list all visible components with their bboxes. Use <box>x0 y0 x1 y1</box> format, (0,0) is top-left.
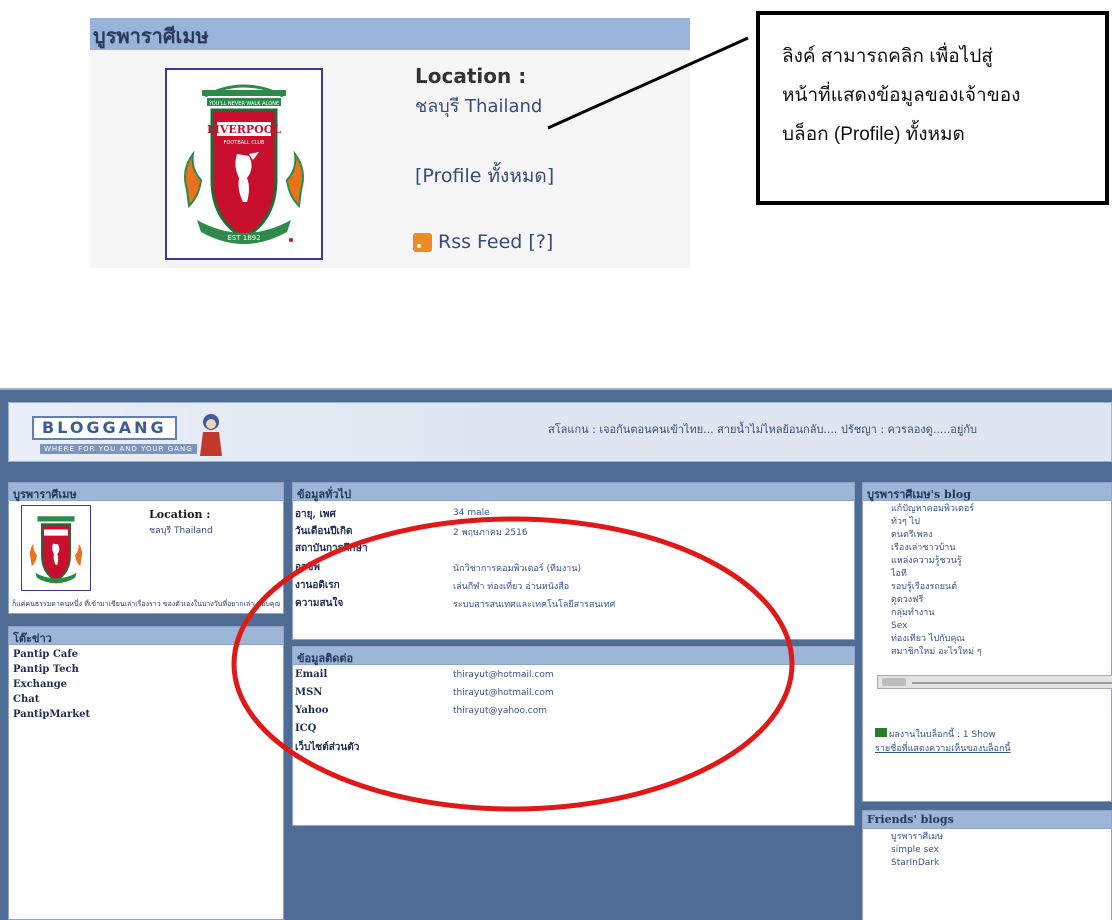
sidebar-profile-box: บูรพาราศีเมษ Location : ชลบุรี Thailand … <box>8 482 284 614</box>
svg-text:EST 1892: EST 1892 <box>227 234 260 242</box>
sidebar-location-value: ชลบุรี Thailand <box>149 526 213 536</box>
contact-label-yahoo: Yahoo <box>295 705 329 716</box>
svg-text:YOU'LL NEVER WALK ALONE: YOU'LL NEVER WALK ALONE <box>208 101 279 107</box>
profile-preview-panel: บูรพาราศีเมษ YOU'LL NEVER WALK ALONE LIV… <box>90 18 690 268</box>
sidebar-links-box: โต๊ะข่าว Pantip Cafe Pantip Tech Exchang… <box>8 626 284 920</box>
rss-feed-label: Rss Feed [?] <box>438 231 554 253</box>
info-label-interest: ความสนใจ <box>295 598 344 609</box>
contact-value-msn[interactable]: thirayut@hotmail.com <box>453 688 554 698</box>
full-profile-link[interactable]: [Profile ทั้งหมด] <box>415 161 554 191</box>
bloggang-screenshot: BLOGGANG WHERE FOR YOU AND YOUR GANG สโล… <box>0 388 1112 920</box>
friends-blogs-header: Friends' blogs <box>863 811 1111 829</box>
sidebar-links-header: โต๊ะข่าว <box>9 627 283 645</box>
info-value-occupation: นักวิชาการคอมพิวเตอร์ (ทีมงาน) <box>453 564 582 574</box>
sidebar-link-pantipmarket[interactable]: PantipMarket <box>13 707 279 722</box>
blog-category-item[interactable]: ท่องเที่ยว ไปกับคุณ <box>891 633 1111 646</box>
contact-info-header: ข้อมูลติดต่อ <box>293 647 854 665</box>
svg-text:FOOTBALL CLUB: FOOTBALL CLUB <box>224 140 266 146</box>
contact-label-website: เว็บไซต์ส่วนตัว <box>295 742 360 753</box>
liverpool-crest-avatar: YOU'LL NEVER WALK ALONE LIVERPOOL FOOTBA… <box>165 68 323 260</box>
blog-categories-box: บูรพาราศีเมษ's blog แก้ปัญหาคอมพิวเตอร์ … <box>862 482 1112 802</box>
callout-line-2: หน้าที่แสดงข้อมูลของเจ้าของ <box>782 85 1021 106</box>
info-label-education: สถาบันการศึกษา <box>295 543 368 554</box>
info-label-hobby: งานอดิเรก <box>295 580 340 591</box>
blog-category-item[interactable]: รอบรู้เรื่องรถยนต์ <box>891 581 1111 594</box>
info-value-hobby: เล่นกีฬา ท่องเที่ยว อ่านหนังสือ <box>453 582 570 592</box>
blog-categories-header: บูรพาราศีเมษ's blog <box>863 483 1111 501</box>
contact-label-email: Email <box>295 669 328 680</box>
sidebar-link-chat[interactable]: Chat <box>13 692 279 707</box>
info-label-age-sex: อายุ, เพศ <box>295 509 336 520</box>
svg-text:LIVERPOOL: LIVERPOOL <box>207 123 281 136</box>
location-label: Location : <box>415 64 527 88</box>
info-value-birthday: 2 พฤษภาคม 2516 <box>453 528 528 538</box>
general-info-header: ข้อมูลทั่วไป <box>293 483 854 501</box>
general-info-box: ข้อมูลทั่วไป อายุ, เพศ 34 male วันเดือนป… <box>292 482 855 640</box>
liverpool-crest-avatar-small <box>21 505 91 591</box>
blog-comments-link[interactable]: รายชื่อที่แสดงความเห็นของบล็อกนี้ <box>875 741 1011 755</box>
blog-count-link[interactable]: ผลงานในบล็อกนี้ : 1 Show <box>889 727 996 741</box>
friend-blog-item[interactable]: simple sex <box>891 844 1111 857</box>
blog-category-item[interactable]: ไอที <box>891 568 1111 581</box>
friends-blogs-list: บูรพาราศีเมษ simple sex StarInDark <box>863 829 1111 870</box>
contact-value-yahoo[interactable]: thirayut@yahoo.com <box>453 706 547 716</box>
rss-icon <box>413 232 432 252</box>
sidebar-link-exchange[interactable]: Exchange <box>13 677 279 692</box>
blog-category-item[interactable]: ดนตรีเพลง <box>891 529 1111 542</box>
blog-category-item[interactable]: ทั่วๆ ไป <box>891 516 1111 529</box>
contact-label-msn: MSN <box>295 687 323 698</box>
callout-line-3: บล็อก (Profile) ทั้งหมด <box>782 124 965 145</box>
slogan-marquee: สโลแกน : เจอกันตอนคนเข้าไทย... สายน้ำไม่… <box>548 423 978 436</box>
contact-info-box: ข้อมูลติดต่อ Email thirayut@hotmail.com … <box>292 646 855 826</box>
contact-label-icq: ICQ <box>295 723 317 734</box>
sidebar-profile-description: ก็แค่คนธรรมดาคนหนึ่ง ที่เข้ามาเขียนเล่าเ… <box>12 600 280 608</box>
blog-category-item[interactable]: แก้ปัญหาคอมพิวเตอร์ <box>891 503 1111 516</box>
book-icon <box>875 728 887 737</box>
info-label-birthday: วันเดือนปีเกิด <box>295 526 353 537</box>
contact-value-email[interactable]: thirayut@hotmail.com <box>453 670 554 680</box>
play-button[interactable] <box>882 678 906 686</box>
sidebar-link-pantip-cafe[interactable]: Pantip Cafe <box>13 647 279 662</box>
info-label-occupation: อาชีพ <box>295 562 320 573</box>
blog-categories-list: แก้ปัญหาคอมพิวเตอร์ ทั่วๆ ไป ดนตรีเพลง เ… <box>863 501 1111 659</box>
bloggang-logo[interactable]: BLOGGANG <box>32 416 177 440</box>
blog-category-item[interactable]: Sex <box>891 620 1111 633</box>
blog-category-item[interactable]: สมาชิกใหม่ อะไรใหม่ ๆ <box>891 646 1111 659</box>
player-seek-track[interactable] <box>912 682 1112 684</box>
media-player[interactable] <box>877 675 1112 689</box>
sidebar-location-label: Location : <box>149 508 211 521</box>
sidebar-link-pantip-tech[interactable]: Pantip Tech <box>13 662 279 677</box>
blog-category-item[interactable]: แหล่งความรู้ชวนรู้ <box>891 555 1111 568</box>
sidebar-links-list: Pantip Cafe Pantip Tech Exchange Chat Pa… <box>9 645 283 724</box>
blog-category-item[interactable]: ดูดวงฟรี <box>891 594 1111 607</box>
info-value-interest: ระบบสารสนเทศและเทคโนโลยีสารสนเทศ <box>453 600 616 610</box>
blog-category-item[interactable]: เรื่องเล่าชาวบ้าน <box>891 542 1111 555</box>
blog-category-item[interactable]: กลุ่มทำงาน <box>891 607 1111 620</box>
profile-preview-title: บูรพาราศีเมษ <box>93 24 209 48</box>
rss-feed-link[interactable]: Rss Feed [?] <box>413 231 553 253</box>
location-value: ชลบุรี Thailand <box>415 96 543 117</box>
friend-blog-item[interactable]: บูรพาราศีเมษ <box>891 831 1111 844</box>
sidebar-profile-header: บูรพาราศีเมษ <box>9 483 283 501</box>
bloggang-tagline: WHERE FOR YOU AND YOUR GANG <box>40 444 197 454</box>
annotation-callout-box: ลิงค์ สามารถคลิก เพื่อไปสู่ หน้าที่แสดงข… <box>756 11 1109 205</box>
info-value-age-sex: 34 male <box>453 508 490 518</box>
mascot-icon <box>200 414 222 456</box>
friend-blog-item[interactable]: StarInDark <box>891 857 1111 870</box>
profile-preview-header: บูรพาราศีเมษ <box>90 18 690 50</box>
callout-line-1: ลิงค์ สามารถคลิก เพื่อไปสู่ <box>782 46 993 67</box>
friends-blogs-box: Friends' blogs บูรพาราศีเมษ simple sex S… <box>862 810 1112 920</box>
